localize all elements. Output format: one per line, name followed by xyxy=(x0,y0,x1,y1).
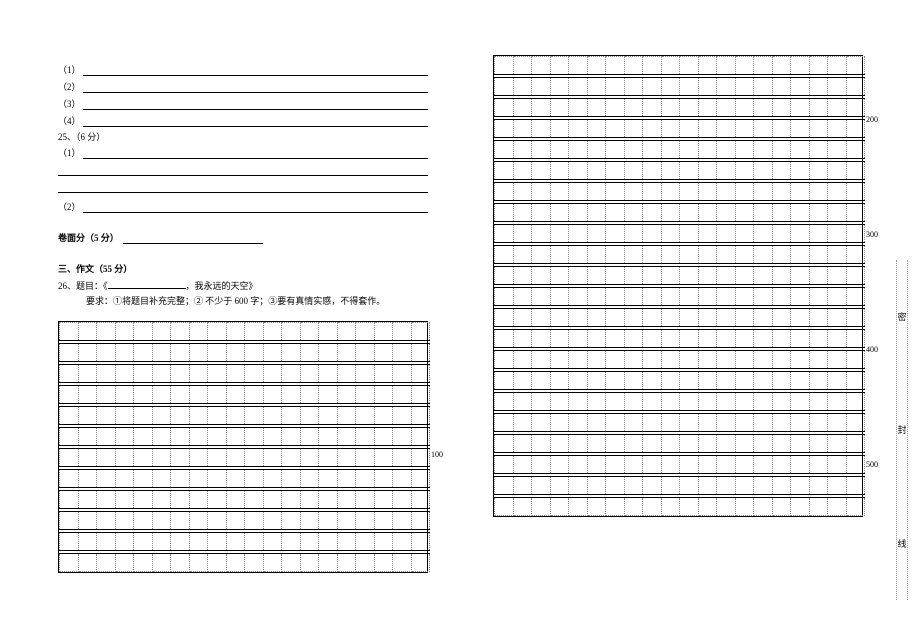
q25-heading: 25、（6 分） xyxy=(58,130,428,143)
essay-grid-left[interactable] xyxy=(58,321,428,573)
juanmian-label: 卷面分（5 分） xyxy=(58,231,119,244)
essay-grid-left-wrap: 100 xyxy=(58,321,428,573)
q26-suffix: ，我永远的天空》 xyxy=(186,281,258,291)
blank-underline[interactable] xyxy=(83,83,428,93)
essay-grid-right-wrap: 200 300 400 500 xyxy=(493,55,863,517)
blank-underline[interactable] xyxy=(123,234,263,244)
blank-underline-full[interactable] xyxy=(58,179,428,193)
seal-char-3: 线 xyxy=(897,537,906,550)
blank-underline[interactable] xyxy=(83,66,428,76)
right-column: 200 300 400 500 xyxy=(493,55,863,517)
char-count-100: 100 xyxy=(431,450,455,459)
blank-label-4: （4） xyxy=(58,114,83,127)
blank-label-3: （3） xyxy=(58,97,83,110)
q26-prefix: 26、题目：《 xyxy=(58,281,108,291)
blank-underline[interactable] xyxy=(83,203,428,213)
blank-underline[interactable] xyxy=(83,149,428,159)
q25-2-label: （2） xyxy=(58,200,83,213)
char-count-200: 200 xyxy=(866,115,890,124)
seal-char-1: 密 xyxy=(897,310,906,323)
char-count-500: 500 xyxy=(866,460,890,469)
essay-grid-right[interactable] xyxy=(493,55,863,517)
blank-row-4: （4） xyxy=(58,113,428,127)
blank-underline-full[interactable] xyxy=(58,162,428,176)
blank-underline[interactable] xyxy=(83,100,428,110)
left-column: （1） （2） （3） （4） 25、（6 分） （1） （2） 卷面分（5 分… xyxy=(58,62,428,573)
q26-line: 26、题目：《 ，我永远的天空》 xyxy=(58,279,428,292)
blank-label-1: （1） xyxy=(58,63,83,76)
char-count-300: 300 xyxy=(866,230,890,239)
q25-1-label: （1） xyxy=(58,146,83,159)
char-count-400: 400 xyxy=(866,345,890,354)
blank-label-2: （2） xyxy=(58,80,83,93)
blank-row-3: （3） xyxy=(58,96,428,110)
blank-underline[interactable] xyxy=(83,117,428,127)
seal-line-gutter: 密 封 线 xyxy=(896,260,908,600)
title-blank[interactable] xyxy=(108,279,186,289)
section3-title: 三、作文（55 分） xyxy=(58,262,428,275)
q25-1-row: （1） xyxy=(58,145,428,159)
blank-row-1: （1） xyxy=(58,62,428,76)
q25-2-row: （2） xyxy=(58,199,428,213)
seal-char-2: 封 xyxy=(897,423,906,436)
q26-requirements: 要求：①将题目补充完整；② 不少于 600 字；③要有真情实感，不得套作。 xyxy=(86,294,428,307)
blank-row-2: （2） xyxy=(58,79,428,93)
juanmian-row: 卷面分（5 分） xyxy=(58,231,428,244)
